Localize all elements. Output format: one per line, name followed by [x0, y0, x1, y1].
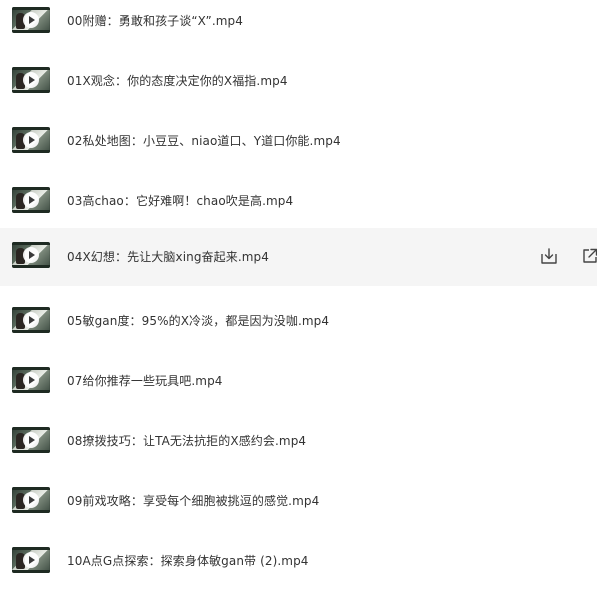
file-row[interactable]: 01X观念：你的态度决定你的X福指.mp4: [0, 54, 597, 112]
file-row[interactable]: 09前戏攻略：享受每个细胞被挑逗的感觉.mp4: [0, 474, 597, 532]
thumbnail-bar: [12, 265, 50, 268]
file-name[interactable]: 02私处地图：小豆豆、niao道口、Y道口你能.mp4: [67, 133, 341, 149]
thumbnail-bar: [12, 7, 50, 10]
thumbnail-bar: [12, 330, 50, 333]
thumbnail-bar: [12, 150, 50, 153]
video-thumbnail[interactable]: [12, 67, 50, 93]
thumbnail-bar: [12, 547, 50, 550]
play-icon: [23, 72, 39, 88]
video-thumbnail[interactable]: [12, 367, 50, 393]
file-name[interactable]: 10A点G点探索：探索身体敏gan带 (2).mp4: [67, 553, 309, 569]
play-icon: [23, 312, 39, 328]
thumbnail-bar: [12, 210, 50, 213]
file-row[interactable]: 10A点G点探索：探索身体敏gan带 (2).mp4: [0, 534, 597, 592]
thumbnail-bar: [12, 487, 50, 490]
file-name[interactable]: 09前戏攻略：享受每个细胞被挑逗的感觉.mp4: [67, 493, 319, 509]
video-thumbnail[interactable]: [12, 127, 50, 153]
video-thumbnail[interactable]: [12, 307, 50, 333]
file-name[interactable]: 07给你推荐一些玩具吧.mp4: [67, 373, 223, 389]
file-name[interactable]: 04X幻想：先让大脑xing奋起来.mp4: [67, 249, 269, 265]
thumbnail-bar: [12, 307, 50, 310]
thumbnail-bar: [12, 450, 50, 453]
download-icon-graphic: [541, 248, 557, 264]
video-thumbnail[interactable]: [12, 547, 50, 573]
thumbnail-bar: [12, 390, 50, 393]
file-name[interactable]: 08撩拨技巧：让TA无法抗拒的X感约会.mp4: [67, 433, 306, 449]
file-name[interactable]: 05敏gan度：95%的X冷淡，都是因为没咖.mp4: [67, 313, 329, 329]
file-name[interactable]: 03高chao：它好难啊！chao吹是高.mp4: [67, 193, 293, 209]
thumbnail-bar: [12, 30, 50, 33]
download-icon[interactable]: [539, 246, 559, 266]
video-thumbnail[interactable]: [12, 427, 50, 453]
play-icon: [23, 192, 39, 208]
video-thumbnail[interactable]: [12, 487, 50, 513]
file-row[interactable]: 05敏gan度：95%的X冷淡，都是因为没咖.mp4: [0, 294, 597, 352]
play-icon: [23, 132, 39, 148]
play-icon: [23, 372, 39, 388]
video-thumbnail[interactable]: [12, 187, 50, 213]
file-row[interactable]: 00附赠：勇敢和孩子谈“X”.mp4: [0, 0, 597, 52]
thumbnail-bar: [12, 90, 50, 93]
external-share-icon[interactable]: [580, 246, 597, 266]
thumbnail-bar: [12, 187, 50, 190]
thumbnail-bar: [12, 570, 50, 573]
video-thumbnail[interactable]: [12, 7, 50, 33]
file-row[interactable]: 07给你推荐一些玩具吧.mp4: [0, 354, 597, 412]
play-icon: [23, 492, 39, 508]
thumbnail-bar: [12, 367, 50, 370]
play-icon: [23, 432, 39, 448]
play-icon: [23, 552, 39, 568]
file-name[interactable]: 00附赠：勇敢和孩子谈“X”.mp4: [67, 13, 243, 29]
file-name[interactable]: 01X观念：你的态度决定你的X福指.mp4: [67, 73, 288, 89]
file-row[interactable]: 02私处地图：小豆豆、niao道口、Y道口你能.mp4: [0, 114, 597, 172]
play-icon: [23, 247, 39, 263]
external-share-icon-graphic: [583, 248, 597, 263]
file-row[interactable]: 03高chao：它好难啊！chao吹是高.mp4: [0, 174, 597, 232]
thumbnail-bar: [12, 242, 50, 245]
video-thumbnail[interactable]: [12, 242, 50, 268]
play-icon: [23, 12, 39, 28]
file-row-hovered[interactable]: 04X幻想：先让大脑xing奋起来.mp4: [0, 228, 597, 286]
thumbnail-bar: [12, 427, 50, 430]
thumbnail-bar: [12, 510, 50, 513]
thumbnail-bar: [12, 127, 50, 130]
file-list: 00附赠：勇敢和孩子谈“X”.mp4 01X观念：你的态度决定你的X福指.mp4…: [0, 0, 597, 602]
thumbnail-bar: [12, 67, 50, 70]
file-row[interactable]: 08撩拨技巧：让TA无法抗拒的X感约会.mp4: [0, 414, 597, 472]
